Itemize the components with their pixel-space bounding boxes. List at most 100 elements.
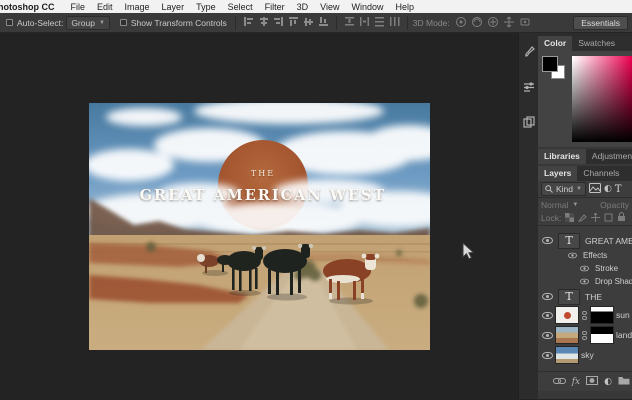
color-picker-field[interactable] bbox=[572, 56, 632, 142]
layer-effect-stroke-row[interactable]: Stroke bbox=[538, 262, 632, 275]
layer-filter-row: Kind ▼ ◐ T bbox=[538, 181, 632, 198]
align-h-center-icon[interactable] bbox=[258, 16, 269, 29]
layer-name[interactable]: sky bbox=[581, 350, 594, 360]
layer-thumbnail[interactable] bbox=[555, 346, 579, 364]
lock-position-icon[interactable] bbox=[591, 212, 601, 224]
brush-panel-icon[interactable] bbox=[522, 45, 536, 64]
tab-layers[interactable]: Layers bbox=[538, 166, 578, 181]
workspace-switcher-button[interactable]: Essentials bbox=[573, 15, 628, 30]
canvas-artwork bbox=[89, 103, 430, 350]
distribute-bottom-icon[interactable] bbox=[374, 16, 385, 29]
layer-style-icon[interactable]: fx bbox=[572, 377, 580, 387]
tab-channels[interactable]: Channels bbox=[577, 166, 625, 181]
menu-filter[interactable]: Filter bbox=[259, 2, 291, 12]
align-right-icon[interactable] bbox=[273, 16, 284, 29]
align-top-icon[interactable] bbox=[288, 16, 299, 29]
menu-file[interactable]: File bbox=[65, 2, 92, 12]
tab-paths[interactable]: Paths bbox=[625, 166, 632, 181]
layer-name[interactable]: landscape bbox=[616, 330, 632, 340]
menu-layer[interactable]: Layer bbox=[156, 2, 191, 12]
foreground-color-swatch[interactable] bbox=[542, 56, 558, 72]
layer-name[interactable]: GREAT AMERICAN WEST bbox=[585, 236, 632, 246]
auto-select-target-dropdown[interactable]: Group ▼ bbox=[66, 15, 110, 30]
document-canvas[interactable]: THE GREAT AMERICAN WEST bbox=[89, 103, 430, 350]
canvas-area[interactable]: THE GREAT AMERICAN WEST bbox=[0, 33, 518, 399]
tab-color[interactable]: Color bbox=[538, 36, 573, 51]
layer-row-great-american-west[interactable]: T GREAT AMERICAN WEST bbox=[538, 232, 632, 249]
lock-pixels-icon[interactable] bbox=[578, 213, 588, 224]
layer-mask-thumbnail[interactable] bbox=[590, 306, 614, 324]
layer-name[interactable]: sun bbox=[616, 310, 630, 320]
visibility-toggle[interactable] bbox=[566, 252, 578, 259]
menu-help[interactable]: Help bbox=[389, 2, 420, 12]
distribute-middle-icon[interactable] bbox=[359, 16, 370, 29]
opacity-label[interactable]: Opacity bbox=[600, 200, 629, 210]
menu-3d[interactable]: 3D bbox=[291, 2, 315, 12]
menu-window[interactable]: Window bbox=[345, 2, 389, 12]
divider bbox=[234, 15, 236, 30]
tab-libraries[interactable]: Libraries bbox=[538, 149, 586, 164]
3d-roll-icon[interactable] bbox=[471, 16, 483, 30]
3d-scale-icon[interactable] bbox=[519, 16, 531, 30]
3d-pan-icon[interactable] bbox=[487, 16, 499, 30]
new-group-icon[interactable] bbox=[618, 376, 630, 387]
menu-edit[interactable]: Edit bbox=[91, 2, 119, 12]
visibility-toggle[interactable] bbox=[578, 278, 590, 285]
auto-select-value: Group bbox=[71, 17, 95, 28]
layer-effect-drop-shadow-row[interactable]: Drop Shadow bbox=[538, 275, 632, 288]
layers-list: T GREAT AMERICAN WEST Effects Stroke Dro… bbox=[538, 226, 632, 371]
layer-row-landscape[interactable]: landscape bbox=[538, 325, 632, 345]
align-bottom-icon[interactable] bbox=[318, 16, 329, 29]
visibility-toggle[interactable] bbox=[541, 311, 553, 319]
layer-mask-thumbnail[interactable] bbox=[590, 326, 614, 344]
layer-thumbnail[interactable] bbox=[555, 306, 579, 324]
effect-name[interactable]: Stroke bbox=[595, 264, 618, 273]
filter-type-layers-icon[interactable]: T bbox=[615, 184, 622, 195]
menu-view[interactable]: View bbox=[314, 2, 345, 12]
tab-adjustments[interactable]: Adjustments bbox=[586, 149, 632, 164]
filter-adjustment-layers-icon[interactable]: ◐ bbox=[604, 184, 612, 194]
menu-select[interactable]: Select bbox=[222, 2, 259, 12]
app-title: Photoshop CC bbox=[0, 1, 55, 12]
visibility-toggle[interactable] bbox=[541, 331, 553, 339]
distribute-top-icon[interactable] bbox=[344, 16, 355, 29]
layer-effects-row[interactable]: Effects bbox=[538, 249, 632, 262]
lock-all-icon[interactable] bbox=[617, 212, 626, 224]
3d-mode-label: 3D Mode: bbox=[412, 17, 450, 28]
visibility-toggle[interactable] bbox=[541, 351, 553, 359]
visibility-toggle[interactable] bbox=[578, 265, 590, 272]
align-left-icon[interactable] bbox=[243, 16, 254, 29]
add-adjustment-icon[interactable]: ◐ bbox=[604, 377, 612, 387]
blend-mode-dropdown[interactable]: Normal bbox=[541, 200, 568, 210]
menu-type[interactable]: Type bbox=[190, 2, 222, 12]
eye-icon bbox=[567, 252, 577, 259]
auto-select-label: Auto-Select: bbox=[17, 17, 64, 28]
layer-thumbnail[interactable] bbox=[555, 326, 579, 344]
visibility-toggle[interactable] bbox=[541, 293, 553, 300]
3d-slide-icon[interactable] bbox=[503, 16, 515, 30]
filter-pixel-layers-icon[interactable] bbox=[588, 183, 601, 195]
show-transform-checkbox[interactable] bbox=[119, 19, 127, 26]
tab-swatches[interactable]: Swatches bbox=[572, 36, 621, 51]
lock-transparency-icon[interactable] bbox=[565, 212, 575, 224]
layer-row-sun[interactable]: sun bbox=[538, 305, 632, 325]
align-v-center-icon[interactable] bbox=[303, 16, 314, 29]
auto-select-checkbox[interactable] bbox=[6, 19, 13, 26]
layer-name[interactable]: THE bbox=[585, 292, 602, 302]
distribute-left-icon[interactable] bbox=[389, 16, 400, 29]
effects-label[interactable]: Effects bbox=[583, 251, 607, 260]
clone-source-panel-icon[interactable] bbox=[522, 115, 536, 134]
link-layers-icon[interactable] bbox=[552, 377, 566, 387]
menu-image[interactable]: Image bbox=[119, 2, 156, 12]
layer-row-the[interactable]: T THE bbox=[538, 288, 632, 305]
layer-row-sky[interactable]: sky bbox=[538, 345, 632, 365]
add-mask-icon[interactable] bbox=[586, 376, 599, 387]
divider bbox=[335, 15, 337, 30]
effect-name[interactable]: Drop Shadow bbox=[595, 277, 632, 286]
foreground-background-swatch[interactable] bbox=[542, 56, 568, 82]
layer-filter-kind-dropdown[interactable]: Kind ▼ bbox=[541, 182, 586, 196]
3d-orbit-icon[interactable] bbox=[455, 16, 467, 30]
lock-artboard-icon[interactable] bbox=[604, 213, 613, 224]
visibility-toggle[interactable] bbox=[541, 237, 553, 244]
properties-panel-icon[interactable] bbox=[522, 80, 536, 99]
